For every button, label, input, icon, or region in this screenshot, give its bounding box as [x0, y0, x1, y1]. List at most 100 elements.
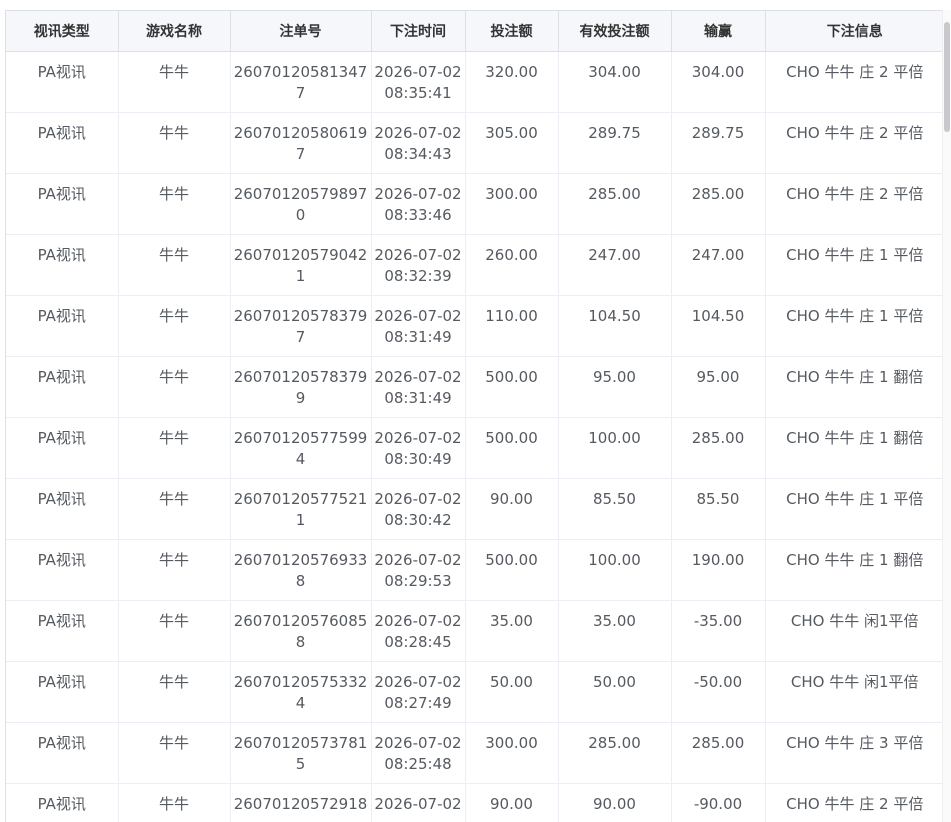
- cell-bet-info: CHO 牛牛 庄 1 翻倍: [765, 356, 944, 418]
- header-bet-info[interactable]: 下注信息: [765, 10, 944, 52]
- table-row[interactable]: PA视讯 牛牛 260701205798970 2026-07-02 08:33:46…: [6, 173, 944, 235]
- header-bet-time[interactable]: 下注时间: [371, 10, 466, 52]
- table-row[interactable]: PA视讯 牛牛 260701205760858 2026-07-02 08:28:45…: [6, 600, 944, 662]
- cell-game-name: 牛牛: [118, 234, 231, 296]
- cell-video-type: PA视讯: [6, 722, 119, 784]
- header-win-loss[interactable]: 输赢: [671, 10, 766, 52]
- table-row[interactable]: PA视讯 牛牛 260701205783797 2026-07-02 08:31:49…: [6, 295, 944, 357]
- bet-records-table-container: 视讯类型 游戏名称 注单号 下注时间 投注额 有效投注额 输赢 下注信息 PA视…: [5, 10, 944, 822]
- table-row[interactable]: PA视讯 牛牛 260701205753324 2026-07-02 08:27:49…: [6, 661, 944, 723]
- cell-bet-time: 2026-07-02 08:31:49: [371, 356, 466, 418]
- bet-records-table: 视讯类型 游戏名称 注单号 下注时间 投注额 有效投注额 输赢 下注信息 PA视…: [6, 10, 944, 822]
- header-game-name[interactable]: 游戏名称: [118, 10, 231, 52]
- cell-win-loss: 85.50: [671, 478, 766, 540]
- cell-game-name: 牛牛: [118, 51, 231, 113]
- cell-bet-amount: 320.00: [465, 51, 559, 113]
- cell-valid-bet-amount: 35.00: [558, 600, 672, 662]
- cell-bet-id: 260701205790421: [230, 234, 372, 296]
- cell-win-loss: -50.00: [671, 661, 766, 723]
- cell-win-loss: 304.00: [671, 51, 766, 113]
- table-row[interactable]: PA视讯 牛牛 26070120572918 2026-07-02 90.00 90.00…: [6, 783, 944, 822]
- cell-bet-amount: 300.00: [465, 173, 559, 235]
- table-row[interactable]: PA视讯 牛牛 260701205813477 2026-07-02 08:35:41…: [6, 51, 944, 113]
- cell-game-name: 牛牛: [118, 112, 231, 174]
- cell-bet-time: 2026-07-02 08:29:53: [371, 539, 466, 601]
- cell-bet-id: 260701205737815: [230, 722, 372, 784]
- cell-win-loss: -90.00: [671, 783, 766, 822]
- cell-bet-info: CHO 牛牛 庄 1 平倍: [765, 234, 944, 296]
- cell-win-loss: 289.75: [671, 112, 766, 174]
- table-row[interactable]: PA视讯 牛牛 260701205806197 2026-07-02 08:34:43…: [6, 112, 944, 174]
- cell-bet-info: CHO 牛牛 庄 1 平倍: [765, 295, 944, 357]
- cell-video-type: PA视讯: [6, 539, 119, 601]
- cell-bet-amount: 90.00: [465, 783, 559, 822]
- cell-bet-info: CHO 牛牛 庄 2 平倍: [765, 173, 944, 235]
- scrollbar-thumb[interactable]: [944, 22, 950, 132]
- header-bet-amount[interactable]: 投注额: [465, 10, 559, 52]
- cell-valid-bet-amount: 100.00: [558, 539, 672, 601]
- cell-bet-info: CHO 牛牛 庄 3 平倍: [765, 722, 944, 784]
- cell-bet-time: 2026-07-02 08:30:42: [371, 478, 466, 540]
- cell-game-name: 牛牛: [118, 539, 231, 601]
- cell-game-name: 牛牛: [118, 600, 231, 662]
- cell-video-type: PA视讯: [6, 478, 119, 540]
- cell-win-loss: 247.00: [671, 234, 766, 296]
- cell-video-type: PA视讯: [6, 234, 119, 296]
- header-bet-id[interactable]: 注单号: [230, 10, 372, 52]
- cell-game-name: 牛牛: [118, 417, 231, 479]
- cell-bet-amount: 260.00: [465, 234, 559, 296]
- cell-valid-bet-amount: 247.00: [558, 234, 672, 296]
- table-header-row: 视讯类型 游戏名称 注单号 下注时间 投注额 有效投注额 输赢 下注信息: [6, 10, 944, 52]
- header-valid-bet-amount[interactable]: 有效投注额: [558, 10, 672, 52]
- cell-bet-amount: 500.00: [465, 417, 559, 479]
- cell-game-name: 牛牛: [118, 783, 231, 822]
- cell-bet-info: CHO 牛牛 庄 1 翻倍: [765, 539, 944, 601]
- vertical-scrollbar[interactable]: [942, 10, 951, 822]
- cell-bet-info: CHO 牛牛 庄 1 翻倍: [765, 417, 944, 479]
- cell-bet-info: CHO 牛牛 庄 1 平倍: [765, 478, 944, 540]
- cell-bet-time: 2026-07-02 08:34:43: [371, 112, 466, 174]
- table-row[interactable]: PA视讯 牛牛 260701205775211 2026-07-02 08:30:42…: [6, 478, 944, 540]
- cell-video-type: PA视讯: [6, 661, 119, 723]
- cell-bet-id: 260701205753324: [230, 661, 372, 723]
- cell-valid-bet-amount: 304.00: [558, 51, 672, 113]
- cell-bet-info: CHO 牛牛 闲1平倍: [765, 661, 944, 723]
- cell-video-type: PA视讯: [6, 417, 119, 479]
- cell-video-type: PA视讯: [6, 356, 119, 418]
- cell-game-name: 牛牛: [118, 478, 231, 540]
- table-row[interactable]: PA视讯 牛牛 260701205783799 2026-07-02 08:31:49…: [6, 356, 944, 418]
- cell-video-type: PA视讯: [6, 295, 119, 357]
- cell-bet-id: 260701205775211: [230, 478, 372, 540]
- cell-valid-bet-amount: 50.00: [558, 661, 672, 723]
- cell-bet-time: 2026-07-02 08:30:49: [371, 417, 466, 479]
- cell-game-name: 牛牛: [118, 661, 231, 723]
- cell-bet-id: 260701205769338: [230, 539, 372, 601]
- cell-bet-id: 26070120572918: [230, 783, 372, 822]
- cell-win-loss: 285.00: [671, 173, 766, 235]
- table-body: PA视讯 牛牛 260701205813477 2026-07-02 08:35:41…: [6, 51, 944, 822]
- cell-bet-info: CHO 牛牛 庄 2 平倍: [765, 112, 944, 174]
- cell-bet-amount: 500.00: [465, 356, 559, 418]
- cell-valid-bet-amount: 104.50: [558, 295, 672, 357]
- table-row[interactable]: PA视讯 牛牛 260701205737815 2026-07-02 08:25:48…: [6, 722, 944, 784]
- cell-bet-id: 260701205760858: [230, 600, 372, 662]
- cell-valid-bet-amount: 285.00: [558, 173, 672, 235]
- table-row[interactable]: PA视讯 牛牛 260701205769338 2026-07-02 08:29:53…: [6, 539, 944, 601]
- cell-bet-time: 2026-07-02 08:35:41: [371, 51, 466, 113]
- cell-bet-time: 2026-07-02 08:33:46: [371, 173, 466, 235]
- cell-valid-bet-amount: 95.00: [558, 356, 672, 418]
- header-video-type[interactable]: 视讯类型: [6, 10, 119, 52]
- cell-bet-id: 260701205775994: [230, 417, 372, 479]
- cell-game-name: 牛牛: [118, 173, 231, 235]
- cell-bet-amount: 50.00: [465, 661, 559, 723]
- cell-win-loss: 104.50: [671, 295, 766, 357]
- cell-bet-id: 260701205813477: [230, 51, 372, 113]
- table-row[interactable]: PA视讯 牛牛 260701205775994 2026-07-02 08:30:49…: [6, 417, 944, 479]
- cell-bet-info: CHO 牛牛 庄 2 平倍: [765, 783, 944, 822]
- cell-valid-bet-amount: 90.00: [558, 783, 672, 822]
- cell-win-loss: 285.00: [671, 417, 766, 479]
- table-row[interactable]: PA视讯 牛牛 260701205790421 2026-07-02 08:32:39…: [6, 234, 944, 296]
- cell-game-name: 牛牛: [118, 356, 231, 418]
- cell-bet-amount: 300.00: [465, 722, 559, 784]
- cell-video-type: PA视讯: [6, 173, 119, 235]
